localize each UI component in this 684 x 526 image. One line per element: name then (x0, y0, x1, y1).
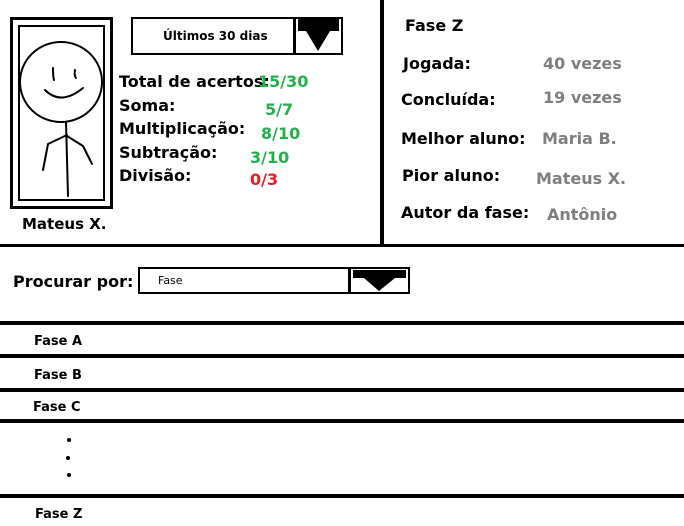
detail-value-worst-student: Mateus X. (536, 169, 627, 188)
stat-label-subtraction: Subtração: (119, 143, 218, 162)
stat-label-multiplication: Multiplicação: (119, 119, 246, 138)
list-divider (0, 388, 684, 392)
search-type-dropdown-button[interactable] (348, 269, 408, 292)
detail-label-played: Jogada: (403, 54, 471, 73)
ellipsis-dot (67, 438, 71, 442)
section-divider-vertical (380, 0, 384, 246)
avatar (10, 17, 113, 209)
detail-label-phase-author: Autor da fase: (401, 203, 530, 222)
detail-value-phase-author: Antônio (547, 205, 618, 224)
search-by-label: Procurar por: (13, 272, 134, 291)
period-dropdown-button[interactable] (293, 19, 341, 53)
stat-label-division: Divisão: (119, 166, 192, 185)
student-name: Mateus X. (22, 215, 107, 233)
phase-title: Fase Z (405, 16, 464, 35)
search-type-dropdown-value: Fase (158, 274, 183, 287)
ellipsis-dot (67, 473, 71, 477)
search-type-dropdown[interactable]: Fase (138, 267, 410, 294)
arrow-down-icon (298, 19, 339, 51)
phase-list-item[interactable]: Fase Z (35, 507, 82, 522)
phase-list-item[interactable]: Fase C (33, 400, 81, 415)
list-divider (0, 321, 684, 325)
phase-stats-screen: Mateus X. Últimos 30 dias Total de acert… (0, 0, 684, 526)
period-dropdown[interactable]: Últimos 30 dias (131, 17, 343, 55)
detail-label-best-student: Melhor aluno: (401, 129, 526, 148)
stat-value-multiplication: 8/10 (261, 124, 301, 143)
ellipsis-dot (66, 456, 70, 460)
stat-value-division: 0/3 (250, 170, 279, 189)
phase-list-item[interactable]: Fase B (34, 368, 82, 383)
detail-value-completed: 19 vezes (543, 88, 622, 107)
detail-value-best-student: Maria B. (542, 129, 617, 148)
stat-label-sum: Soma: (119, 96, 176, 115)
detail-value-played: 40 vezes (543, 54, 622, 73)
total-correct-label: Total de acertos: (119, 72, 270, 91)
list-divider (0, 354, 684, 358)
section-divider-top (0, 244, 684, 247)
period-dropdown-value: Últimos 30 dias (163, 29, 268, 43)
detail-label-worst-student: Pior aluno: (402, 166, 501, 185)
list-divider (0, 419, 684, 423)
stat-value-subtraction: 3/10 (250, 148, 290, 167)
stick-figure-icon (19, 41, 103, 197)
list-divider (0, 494, 684, 498)
total-correct-value: 15/30 (258, 72, 309, 91)
phase-list-item[interactable]: Fase A (34, 334, 82, 349)
detail-label-completed: Concluída: (401, 90, 496, 109)
arrow-down-icon (353, 270, 406, 291)
stat-value-sum: 5/7 (265, 100, 294, 119)
